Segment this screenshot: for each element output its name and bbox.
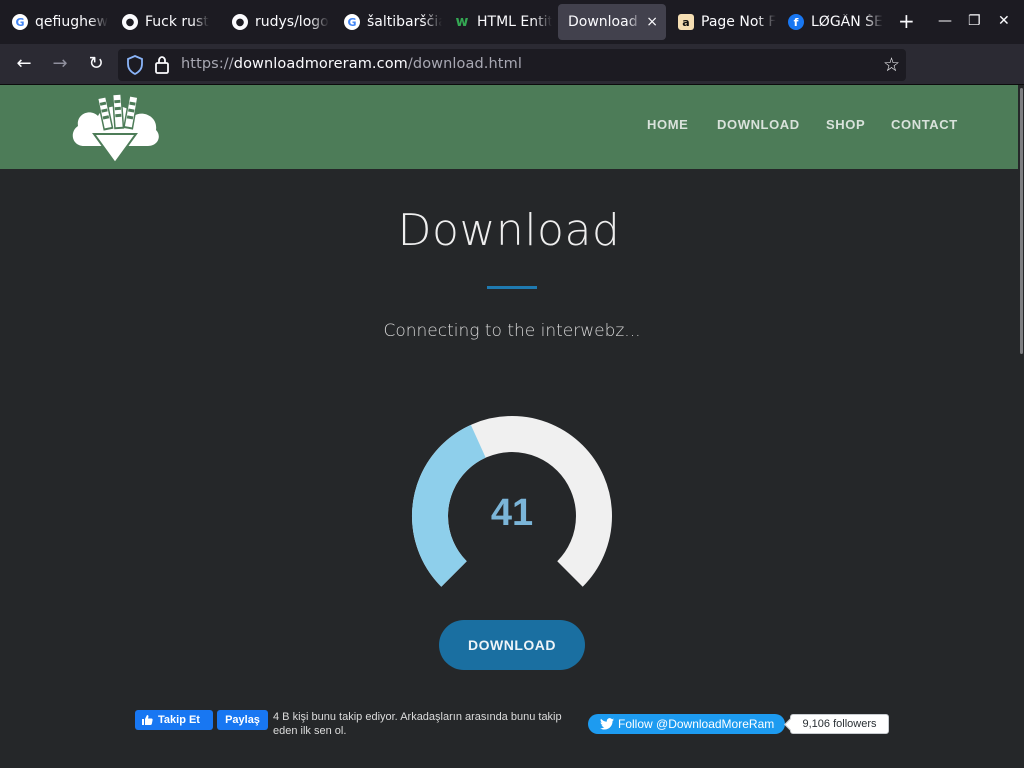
reload-button[interactable]: ↻ (84, 52, 108, 76)
new-tab-button[interactable]: + (898, 10, 915, 32)
nav-contact[interactable]: CONTACT (891, 117, 958, 132)
twitter-follow-label: Follow @DownloadMoreRam (618, 717, 775, 731)
facebook-share-button[interactable]: Paylaş (217, 710, 268, 730)
twitter-bird-icon (600, 718, 614, 730)
tab-title: HTML Entities (477, 14, 552, 30)
thumbs-up-icon (142, 715, 153, 725)
download-more-ram-logo[interactable] (70, 90, 160, 166)
tab-title: rudys/logo (255, 14, 329, 30)
facebook-icon: f (788, 14, 804, 30)
nav-home[interactable]: HOME (647, 117, 688, 132)
tab-title: qefiughew (35, 14, 109, 30)
github-icon: ● (232, 14, 248, 30)
tab-google-saltibarsciai[interactable]: G šaltibarščiai (334, 4, 442, 40)
tab-title: šaltibarščiai (367, 14, 442, 30)
nav-download[interactable]: DOWNLOAD (717, 117, 800, 132)
tab-title: LØGÂN ŠE (811, 14, 883, 30)
connection-status-text: Connecting to the interwebz... (383, 321, 641, 341)
site-header: HOME DOWNLOAD SHOP CONTACT (0, 85, 1018, 169)
title-divider (487, 286, 537, 289)
address-bar[interactable]: https://downloadmoreram.com/download.htm… (118, 49, 906, 81)
facebook-follow-button[interactable]: Takip Et (135, 710, 213, 730)
tab-html-entities[interactable]: w HTML Entities (444, 4, 552, 40)
amazon-icon: a (678, 14, 694, 30)
page-title: Download (397, 205, 621, 256)
download-button[interactable]: DOWNLOAD (439, 620, 585, 670)
facebook-follow-label: Takip Et (158, 714, 200, 726)
page-scrollbar-thumb[interactable] (1020, 88, 1023, 354)
gauge-value: 41 (490, 492, 534, 534)
nav-shop[interactable]: SHOP (826, 117, 865, 132)
close-window-button[interactable]: ✕ (998, 12, 1010, 30)
tab-title: Download M (568, 14, 642, 30)
url-domain: downloadmoreram.com (233, 56, 408, 72)
tab-strip: G qefiughew ● Fuck rust ● rudys/logo G š… (0, 0, 1024, 44)
twitter-follower-count[interactable]: 9,106 followers (790, 714, 889, 734)
github-icon: ● (122, 14, 138, 30)
tab-google-search[interactable]: G qefiughew (2, 4, 110, 40)
minimize-button[interactable]: — (938, 12, 952, 30)
tab-github-rust[interactable]: ● Fuck rust (112, 4, 220, 40)
tab-facebook[interactable]: f LØGÂN ŠE (778, 4, 886, 40)
twitter-follow-button[interactable]: Follow @DownloadMoreRam (588, 714, 785, 734)
url-path: /download.html (407, 56, 522, 72)
back-button[interactable]: ← (12, 52, 36, 76)
url-text[interactable]: https://downloadmoreram.com/download.htm… (181, 56, 522, 72)
navigation-toolbar: ← → ↻ https://downloadmoreram.com/downlo… (0, 44, 1024, 118)
facebook-follow-count-text: 4 B kişi bunu takip ediyor. Arkadaşların… (273, 711, 562, 737)
google-icon: G (344, 14, 360, 30)
tab-github-logo[interactable]: ● rudys/logo (222, 4, 330, 40)
lock-icon[interactable] (154, 55, 170, 75)
tab-title: Page Not F (701, 14, 776, 30)
url-scheme: https:// (181, 56, 234, 72)
tab-download-more-ram[interactable]: Download M × (558, 4, 666, 40)
bookmark-star-icon[interactable]: ☆ (883, 53, 900, 77)
google-icon: G (12, 14, 28, 30)
tab-page-not-found[interactable]: a Page Not F (668, 4, 776, 40)
forward-button[interactable]: → (48, 52, 72, 76)
tab-title: Fuck rust (145, 14, 209, 30)
close-tab-icon[interactable]: × (646, 14, 658, 30)
shield-icon[interactable] (126, 55, 144, 75)
w3-icon: w (455, 14, 469, 30)
restore-button[interactable]: ❐ (968, 12, 981, 30)
